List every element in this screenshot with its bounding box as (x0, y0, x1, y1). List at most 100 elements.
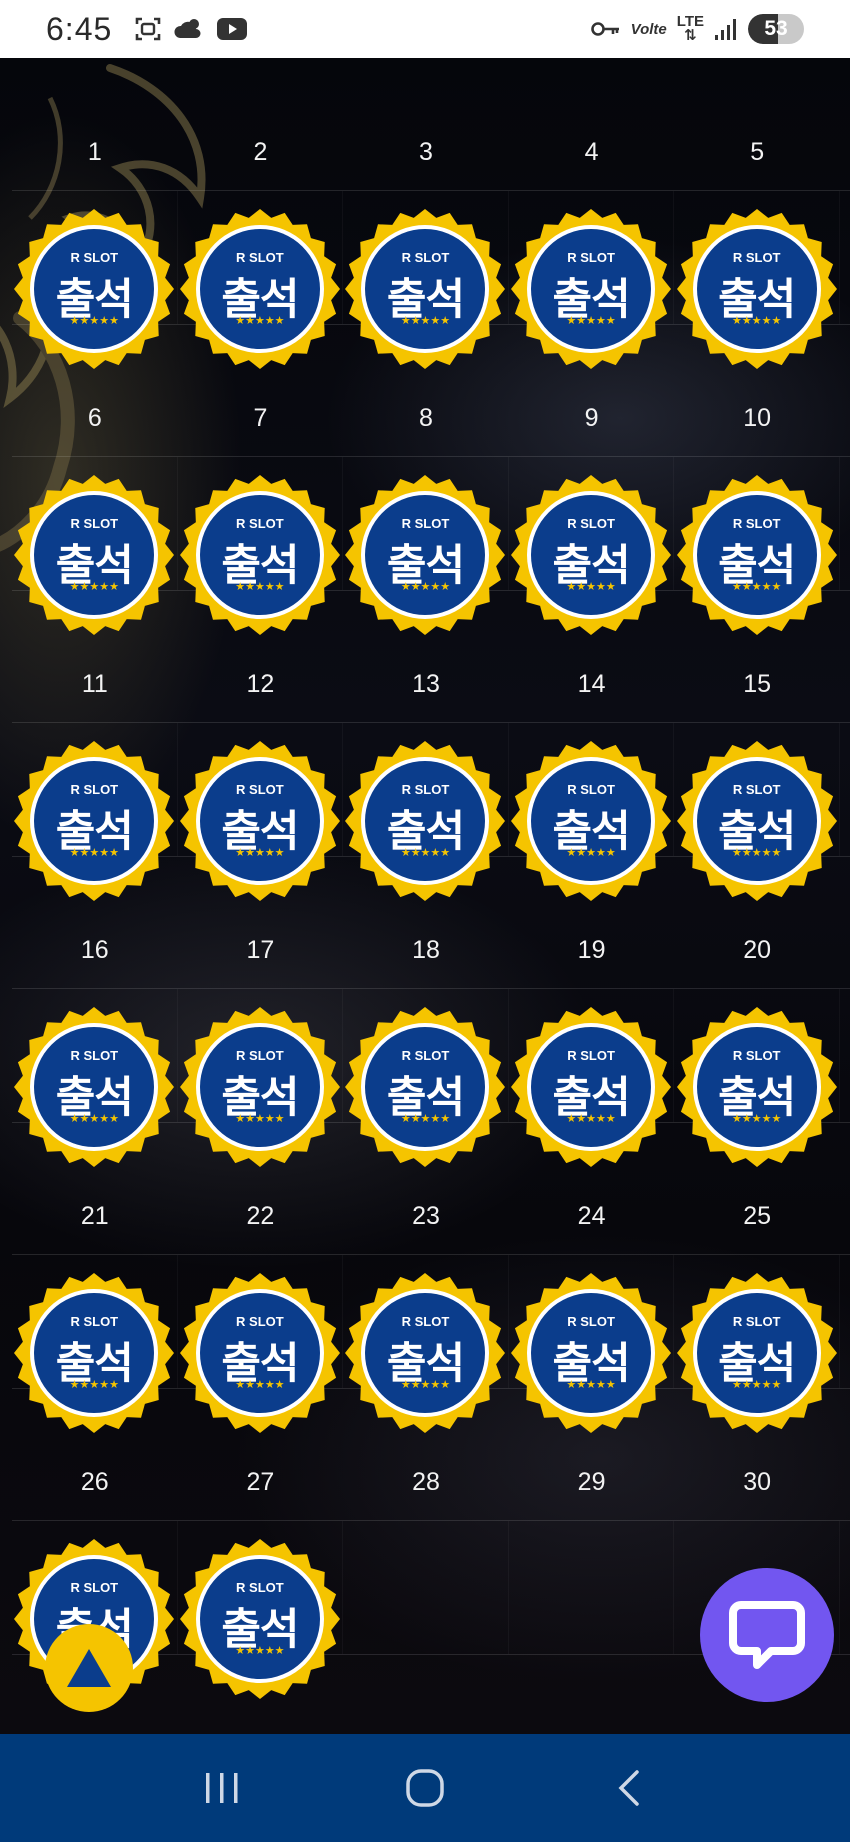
stamp-brand: R SLOT (401, 1047, 450, 1063)
stamp-brand: R SLOT (236, 1579, 284, 1595)
day-number: 12 (246, 670, 275, 698)
stamp-brand: R SLOT (567, 1313, 615, 1329)
calendar-day-cell[interactable]: R SLOT출석★★★★★ (343, 457, 509, 635)
stamp-brand: R SLOT (236, 1047, 284, 1063)
calendar-day-cell[interactable]: R SLOT출석★★★★★ (674, 457, 840, 635)
vpn-key-icon (590, 19, 621, 39)
stamp-row: R SLOT 출석 ★★★★★ R SLOT 출석 ★★★★★ R SLOT 출석 ★★★★★ R… (12, 723, 850, 901)
calendar-day-cell[interactable]: R SLOT출석★★★★★ (509, 989, 675, 1167)
stamp-brand: R SLOT (567, 249, 615, 265)
calendar-day-cell[interactable]: R SLOT출석★★★★★ (12, 457, 178, 635)
recents-button[interactable] (177, 1753, 267, 1823)
stamp-brand: R SLOT (732, 515, 781, 531)
day-number: 25 (743, 1202, 772, 1230)
calendar-day-cell[interactable]: R SLOT출석★★★★★ (343, 191, 509, 369)
calendar-day-cell[interactable]: R SLOT출석★★★★★ (178, 723, 344, 901)
stamp-brand: R SLOT (236, 515, 284, 531)
day-number-row: 16 17 18 19 20 (12, 856, 850, 989)
day-number: 16 (80, 936, 109, 964)
calendar-grid: 12345R SLOT 출석 ★★★★★ R SLOT 출석 ★★★★★ R SLOT 출석 ★… (12, 58, 850, 1699)
day-number: 27 (246, 1468, 275, 1496)
day-number: 1 (87, 138, 102, 166)
stamp-brand: R SLOT (732, 1047, 781, 1063)
calendar-day-cell[interactable]: R SLOT출석★★★★★ (674, 723, 840, 901)
calendar-day-cell[interactable]: R SLOT출석★★★★★ (178, 191, 344, 369)
stamp-brand: R SLOT (236, 249, 284, 265)
stamp-brand: R SLOT (70, 515, 119, 531)
stamp-brand: R SLOT (401, 515, 450, 531)
calendar-day-cell[interactable]: R SLOT출석★★★★★ (178, 1255, 344, 1433)
calendar-day-cell[interactable] (509, 1521, 675, 1654)
status-bar: 6:45 Volte LTE ⇅ 53 (0, 0, 850, 58)
home-icon (406, 1769, 444, 1807)
lte-icon: LTE ⇅ (676, 13, 704, 44)
calendar-day-cell[interactable]: R SLOT출석★★★★★ (674, 989, 840, 1167)
day-number: 3 (419, 138, 433, 166)
day-number: 23 (412, 1202, 440, 1230)
stamp-brand: R SLOT (401, 249, 450, 265)
day-number: 19 (577, 936, 606, 964)
calendar-day-cell[interactable]: R SLOT출석★★★★★ (343, 723, 509, 901)
calendar-day-cell[interactable]: R SLOT출석★★★★★ (343, 1255, 509, 1433)
calendar-day-cell[interactable]: R SLOT출석★★★★★ (674, 191, 840, 369)
calendar-day-cell[interactable]: R SLOT출석★★★★★ (12, 1255, 178, 1433)
calendar-day-cell[interactable]: R SLOT출석★★★★★ (12, 191, 178, 369)
stamp-brand: R SLOT (236, 781, 284, 797)
stamp-row: R SLOT 출석 ★★★★★ R SLOT 출석 ★★★★★ R SLOT 출석 ★★★★★ R… (12, 191, 850, 369)
calendar-day-cell[interactable]: R SLOT출석★★★★★ (178, 1521, 344, 1699)
stamp-brand: R SLOT (236, 1313, 284, 1329)
stamp-brand: R SLOT (70, 249, 119, 265)
day-number: 21 (80, 1202, 109, 1230)
day-number: 8 (419, 404, 433, 432)
youtube-icon (216, 17, 248, 41)
stamp-brand: R SLOT (70, 781, 119, 797)
triangle-up-icon (67, 1649, 111, 1687)
day-number: 9 (584, 404, 599, 432)
calendar-day-cell[interactable]: R SLOT출석★★★★★ (509, 723, 675, 901)
day-number: 29 (577, 1468, 606, 1496)
stamp-stars: ★★★★★ (235, 1644, 285, 1657)
stamp-row: R SLOT 출석 ★★★★★ R SLOT 출석 ★★★★★ R SLOT 출석 ★★★★★ R… (12, 1255, 850, 1433)
stamp-brand: R SLOT (401, 1313, 450, 1329)
status-time: 6:45 (46, 10, 113, 47)
day-number-row: 26 27 28 29 30 (12, 1388, 850, 1521)
attendance-stamp: R SLOT출석★★★★★ (178, 1537, 342, 1701)
weather-icon (174, 16, 204, 42)
calendar-day-cell[interactable]: R SLOT출석★★★★★ (509, 191, 675, 369)
battery-level: 53 (764, 17, 788, 40)
day-number: 30 (743, 1468, 772, 1496)
day-number-row: 6 7 8 9 10 (12, 324, 850, 457)
calendar-day-cell[interactable] (343, 1521, 509, 1654)
calendar-day-cell[interactable]: R SLOT출석★★★★★ (178, 989, 344, 1167)
day-number-row: 11 12 13 14 15 (12, 590, 850, 723)
stamp-brand: R SLOT (567, 1047, 615, 1063)
calendar-day-cell[interactable]: R SLOT출석★★★★★ (178, 457, 344, 635)
lte-label: LTE (676, 13, 704, 30)
chat-button[interactable] (700, 1568, 834, 1702)
day-number: 18 (412, 936, 440, 964)
status-left-icons (134, 15, 248, 43)
calendar-day-cell[interactable]: R SLOT출석★★★★★ (12, 723, 178, 901)
stamp-brand: R SLOT (70, 1579, 119, 1595)
back-button[interactable] (583, 1753, 673, 1823)
calendar-day-cell[interactable]: R SLOT출석★★★★★ (674, 1255, 840, 1433)
calendar-day-cell[interactable]: R SLOT출석★★★★★ (343, 989, 509, 1167)
stamp-brand: R SLOT (70, 1313, 119, 1329)
day-number: 7 (253, 404, 268, 432)
battery-indicator: 53 (748, 14, 804, 44)
calendar-day-cell[interactable]: R SLOT출석★★★★★ (12, 989, 178, 1167)
day-number: 2 (253, 138, 268, 166)
calendar-week: 12345R SLOT 출석 ★★★★★ R SLOT 출석 ★★★★★ R SLOT 출석 ★… (12, 58, 850, 369)
day-number: 17 (246, 936, 275, 964)
calendar-day-cell[interactable]: R SLOT출석★★★★★ (509, 457, 675, 635)
attendance-calendar[interactable]: 12345R SLOT 출석 ★★★★★ R SLOT 출석 ★★★★★ R SLOT 출석 ★… (0, 58, 850, 1734)
home-button[interactable] (380, 1753, 470, 1823)
scroll-top-button[interactable] (45, 1624, 133, 1712)
stamp-row: R SLOT 출석 ★★★★★ R SLOT 출석 ★★★★★ R SLOT 출석 ★★★★★ R… (12, 457, 850, 635)
day-number: 28 (412, 1468, 440, 1496)
stamp-brand: R SLOT (567, 781, 615, 797)
stamp-brand: R SLOT (567, 515, 615, 531)
day-number-row: 1 2 3 4 5 (12, 58, 850, 191)
calendar-day-cell[interactable]: R SLOT출석★★★★★ (509, 1255, 675, 1433)
back-icon (618, 1770, 640, 1806)
